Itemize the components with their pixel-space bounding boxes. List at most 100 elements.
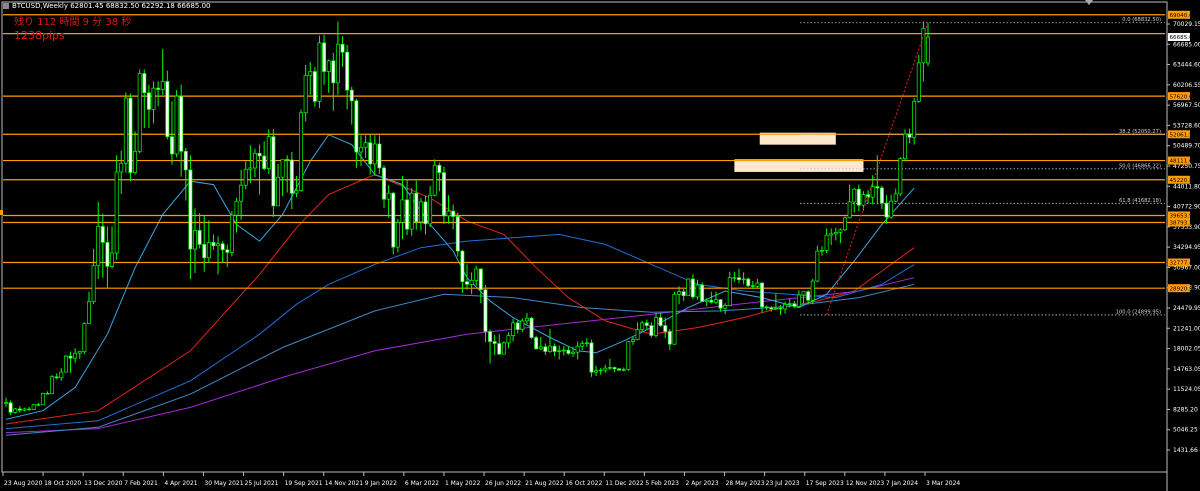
candle-body-44 bbox=[206, 242, 211, 259]
candle-body-28 bbox=[133, 150, 138, 173]
candle-body-151 bbox=[700, 284, 705, 302]
y-tick-label-16: 18002.05 bbox=[1173, 346, 1200, 353]
candle-body-83 bbox=[386, 192, 391, 200]
candle-body-129 bbox=[598, 369, 603, 372]
candle-body-7 bbox=[36, 404, 41, 406]
ma-line-1 bbox=[5, 277, 915, 434]
candle-body-92 bbox=[428, 194, 433, 225]
candle-body-150 bbox=[695, 284, 700, 298]
x-tick-label-16: 5 Feb 2023 bbox=[645, 480, 679, 487]
plot-frame bbox=[1, 1, 1168, 473]
candle-body-106 bbox=[492, 341, 497, 344]
candle-body-61 bbox=[285, 158, 290, 161]
candle-body-195 bbox=[902, 133, 907, 159]
candle-body-24 bbox=[114, 171, 119, 254]
candle-body-132 bbox=[612, 367, 617, 370]
candle-body-69 bbox=[322, 42, 327, 72]
candle-body-200 bbox=[926, 36, 930, 64]
candle-body-27 bbox=[128, 97, 133, 173]
x-tick-label-23: 3 Mar 2024 bbox=[926, 480, 960, 487]
candle-body-144 bbox=[667, 331, 672, 345]
candle-body-68 bbox=[317, 42, 322, 102]
candle-body-164 bbox=[760, 282, 765, 308]
x-tick-label-8: 14 Nov 2021 bbox=[325, 480, 364, 487]
candle-body-175 bbox=[810, 280, 815, 301]
candle-body-121 bbox=[561, 349, 566, 352]
candle-body-111 bbox=[515, 322, 520, 330]
level-tag-text-4: 48111.67 bbox=[1170, 159, 1197, 165]
candle-body-65 bbox=[303, 75, 308, 114]
x-tick-label-19: 23 Jul 2023 bbox=[766, 480, 800, 487]
candle-body-17 bbox=[82, 323, 87, 352]
candle-body-75 bbox=[349, 89, 354, 102]
candle-body-191 bbox=[884, 202, 889, 218]
candle-body-149 bbox=[690, 278, 695, 298]
x-tick-label-10: 6 Mar 2022 bbox=[405, 480, 439, 487]
candle-body-156 bbox=[723, 305, 728, 309]
candle-body-74 bbox=[345, 51, 350, 91]
candle-body-125 bbox=[580, 343, 585, 347]
fib-label-1: 38.2 (52050.27) bbox=[1119, 129, 1161, 135]
fib-label-3: 61.8 (41682.18) bbox=[1119, 198, 1161, 204]
candle-body-120 bbox=[557, 350, 562, 352]
candle-body-13 bbox=[63, 355, 68, 373]
candle-body-2 bbox=[13, 408, 18, 413]
candle-body-198 bbox=[916, 62, 921, 102]
candles bbox=[4, 21, 930, 416]
candle-body-179 bbox=[829, 233, 834, 236]
candle-body-1 bbox=[8, 402, 13, 413]
candle-body-39 bbox=[183, 150, 188, 171]
level-tag-text-3: 52061.50 bbox=[1170, 132, 1197, 138]
candle-body-10 bbox=[50, 376, 55, 395]
candle-body-169 bbox=[783, 303, 788, 310]
x-tick-label-14: 16 Oct 2022 bbox=[565, 480, 602, 487]
price-chart[interactable]: 0.0 (68832.50) 38.2 (52050.27) 50.0 (46866… bbox=[0, 0, 1200, 491]
x-tick-label-21: 12 Nov 2023 bbox=[846, 480, 885, 487]
candle-body-176 bbox=[815, 250, 820, 282]
candle-body-8 bbox=[40, 393, 45, 406]
chart-menu-icon[interactable] bbox=[3, 3, 9, 9]
level-tag-text-7: 38793.26 bbox=[1170, 221, 1197, 227]
candle-body-190 bbox=[879, 187, 884, 204]
candle-body-94 bbox=[437, 164, 442, 173]
x-tick-label-2: 13 Dec 2020 bbox=[84, 480, 123, 487]
candle-body-64 bbox=[299, 112, 304, 191]
chart-area[interactable]: 0.0 (68832.50) 38.2 (52050.27) 50.0 (46866… bbox=[0, 0, 1200, 491]
candle-body-196 bbox=[907, 133, 912, 138]
candle-body-183 bbox=[847, 201, 852, 219]
candle-body-134 bbox=[621, 369, 626, 371]
candle-body-32 bbox=[151, 87, 156, 110]
x-tick-label-11: 1 May 2022 bbox=[445, 480, 480, 487]
candle-body-123 bbox=[571, 351, 575, 354]
candle-body-18 bbox=[87, 301, 91, 324]
candle-body-105 bbox=[488, 331, 493, 342]
candle-body-107 bbox=[497, 343, 502, 355]
candle-body-189 bbox=[875, 186, 880, 189]
candle-body-133 bbox=[617, 368, 622, 371]
candle-body-148 bbox=[686, 278, 691, 296]
candle-body-88 bbox=[409, 192, 414, 230]
y-tick-label-4: 56967.50 bbox=[1173, 102, 1200, 109]
candle-body-79 bbox=[368, 142, 373, 165]
candle-body-35 bbox=[165, 81, 170, 138]
candle-body-143 bbox=[663, 325, 668, 332]
x-tick-label-13: 21 Aug 2022 bbox=[525, 480, 564, 487]
candle-body-118 bbox=[548, 345, 552, 352]
candle-body-188 bbox=[870, 186, 875, 198]
candle-body-45 bbox=[211, 242, 216, 247]
candle-body-126 bbox=[584, 342, 589, 345]
chart-shift-marker[interactable] bbox=[1085, 0, 1093, 5]
level-tag-text-0: 69040.00 bbox=[1170, 13, 1197, 19]
candle-body-115 bbox=[534, 337, 539, 350]
y-tick-label-14: 24479.95 bbox=[1173, 305, 1200, 312]
candle-body-19 bbox=[91, 265, 96, 302]
level-tag-text-9: 28920.55 bbox=[1170, 286, 1197, 292]
fib-label-4: 100.0 (24899.95) bbox=[1116, 309, 1161, 315]
candle-body-41 bbox=[193, 230, 197, 250]
candle-body-46 bbox=[216, 243, 221, 247]
candle-body-95 bbox=[441, 172, 446, 217]
candle-body-77 bbox=[359, 146, 363, 153]
candle-body-182 bbox=[843, 217, 847, 231]
y-tick-label-21: 1431.66 bbox=[1173, 447, 1198, 454]
fib-label-0: 0.0 (68832.50) bbox=[1122, 17, 1161, 23]
